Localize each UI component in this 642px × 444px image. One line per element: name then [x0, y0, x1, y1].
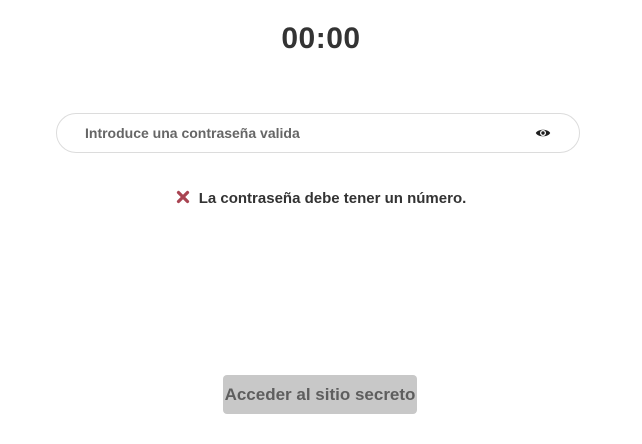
close-x-icon [176, 190, 190, 204]
password-input[interactable] [85, 114, 505, 152]
access-secret-site-button[interactable]: Acceder al sitio secreto [223, 375, 417, 414]
countdown-timer: 00:00 [281, 22, 361, 55]
validation-message: La contraseña debe tener un número. [198, 190, 467, 207]
password-validation-rule: La contraseña debe tener un número. [0, 190, 642, 207]
password-field[interactable] [56, 113, 580, 153]
eye-icon[interactable] [535, 125, 551, 141]
page: 00:00 La contraseña debe tener un número… [0, 0, 642, 444]
